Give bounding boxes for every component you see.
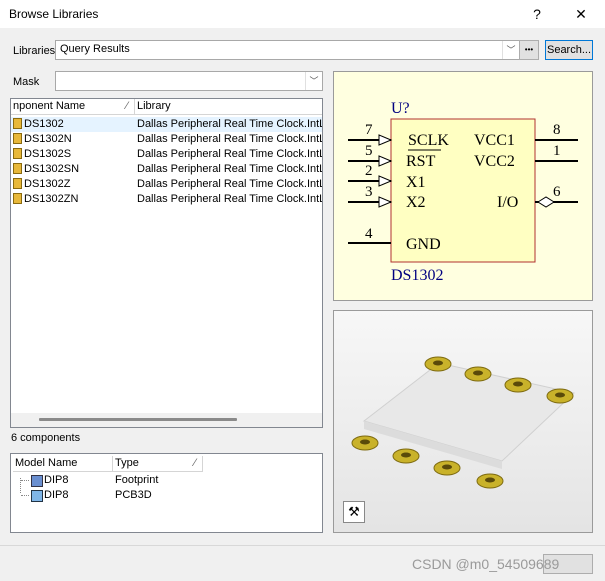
pin-number: 8 [553,122,561,138]
model-row[interactable]: DIP8 PCB3D [11,488,322,503]
pin-name: RST [406,153,436,170]
component-library: Dallas Peripheral Real Time Clock.IntLib [137,118,323,130]
libraries-label: Libraries [13,45,56,57]
search-button[interactable]: Search... [545,40,593,60]
schematic-symbol: U? DS1302 7 5 2 3 4 8 1 6 SCLK RST X1 X2… [348,100,578,284]
designator-label: U? [391,100,410,117]
component-library: Dallas Peripheral Real Time Clock.IntLib [137,163,323,175]
model-row[interactable]: DIP8 Footprint [11,473,322,488]
mask-input[interactable]: ﹀ [55,71,323,91]
models-list[interactable]: Model Name Type ⁄ DIP8 Footprint DIP8 PC… [10,453,323,533]
column-header-component-name[interactable]: nponent Name ⁄ [11,99,135,115]
column-header-model-name[interactable]: Model Name [13,456,113,472]
model-name: DIP8 [44,489,69,501]
table-row[interactable]: DS1302S Dallas Peripheral Real Time Cloc… [11,147,322,162]
component-name: DS1302 [24,118,64,130]
table-row[interactable]: DS1302N Dallas Peripheral Real Time Cloc… [11,132,322,147]
watermark: CSDN @m0_54509689 [412,556,560,572]
window-title: Browse Libraries [9,7,99,21]
pin-name: VCC1 [474,132,515,149]
title-bar: Browse Libraries ? ✕ [0,0,605,28]
pin-name: SCLK [408,132,449,149]
column-header-label: Type [115,457,139,469]
pin-name: I/O [497,194,518,211]
pin-number: 4 [365,226,373,242]
chevron-down-icon[interactable]: ﹀ [502,41,519,59]
footprint-icon [31,475,43,487]
divider [0,545,605,546]
pin-number: 1 [553,143,561,159]
component-icon [13,148,22,159]
components-list[interactable]: nponent Name ⁄ Library DS1302 Dallas Per… [10,98,323,428]
footprint-3d-render [334,311,592,532]
mask-label: Mask [13,76,40,88]
pin-name: X2 [406,194,426,211]
more-libraries-button[interactable]: ••• [519,40,539,60]
component-icon [13,193,22,204]
component-library: Dallas Peripheral Real Time Clock.IntLib [137,178,323,190]
component-name: DS1302S [24,148,72,160]
libraries-value: Query Results [60,43,130,55]
help-button[interactable]: ? [524,3,550,25]
part-label: DS1302 [391,267,443,284]
component-count: 6 components [11,432,81,444]
schematic-preview: U? DS1302 7 5 2 3 4 8 1 6 SCLK RST X1 X2… [333,71,593,301]
component-name: DS1302Z [24,178,71,190]
table-row[interactable]: DS1302Z Dallas Peripheral Real Time Cloc… [11,177,322,192]
component-name: DS1302ZN [24,193,79,205]
component-icon [13,178,22,189]
pin-name: GND [406,236,441,253]
chevron-down-icon[interactable]: ﹀ [305,72,322,90]
column-header-library[interactable]: Library [135,99,322,115]
table-row[interactable]: DS1302 Dallas Peripheral Real Time Clock… [11,117,322,132]
scrollbar-thumb[interactable] [39,418,237,421]
table-row[interactable]: DS1302SN Dallas Peripheral Real Time Clo… [11,162,322,177]
pin-name: VCC2 [474,153,515,170]
pin-number: 7 [365,122,373,138]
component-icon [13,133,22,144]
model-3d-preview[interactable]: ⚒ [333,310,593,533]
sort-icon: ⁄ [126,100,128,112]
sort-icon: ⁄ [194,457,196,469]
column-header-type[interactable]: Type ⁄ [113,456,203,472]
pin-number: 5 [365,143,373,159]
pin-number: 3 [365,184,373,200]
view-settings-icon[interactable]: ⚒ [343,501,365,523]
component-name: DS1302SN [24,163,80,175]
column-header-label: nponent Name [13,100,86,112]
component-name: DS1302N [24,133,72,145]
pcb3d-icon [31,490,43,502]
component-library: Dallas Peripheral Real Time Clock.IntLib [137,148,323,160]
component-library: Dallas Peripheral Real Time Clock.IntLib [137,133,323,145]
close-button[interactable]: ✕ [568,3,594,25]
component-library: Dallas Peripheral Real Time Clock.IntLib [137,193,323,205]
component-icon [13,163,22,174]
pin-number: 2 [365,163,373,179]
model-type: Footprint [115,474,159,486]
model-name: DIP8 [44,474,69,486]
model-type: PCB3D [115,489,152,501]
horizontal-scrollbar[interactable] [11,413,322,427]
pin-number: 6 [553,184,561,200]
table-row[interactable]: DS1302ZN Dallas Peripheral Real Time Clo… [11,192,322,207]
libraries-dropdown[interactable]: Query Results ﹀ [55,40,520,60]
component-icon [13,118,22,129]
pin-name: X1 [406,174,426,191]
